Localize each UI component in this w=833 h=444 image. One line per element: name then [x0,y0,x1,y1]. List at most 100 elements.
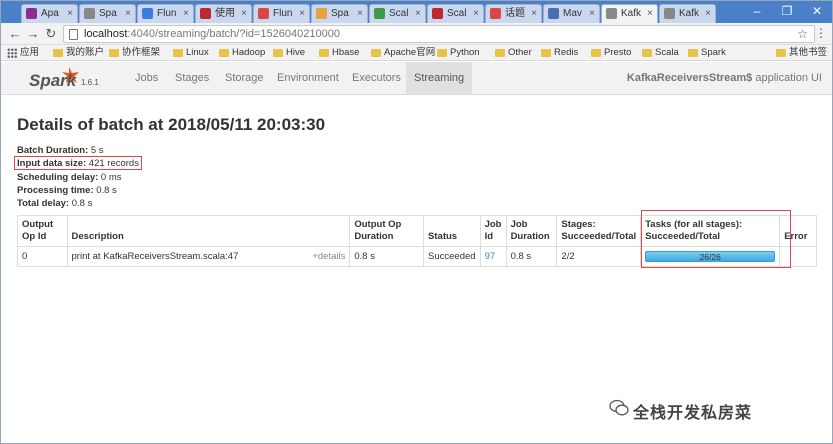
browser-tab[interactable]: Spa × [79,4,136,23]
browser-tab[interactable]: Kafk × [659,4,716,23]
bookmark-label: Python [450,47,480,58]
page-icon [664,8,675,19]
bookmark-label: Redis [554,47,579,58]
tab-close-icon[interactable]: × [357,5,363,22]
cell-op-id: 0 [17,246,68,267]
browser-tab[interactable]: Kafk × [601,4,658,24]
bookmark-label: Spark [701,47,726,58]
browser-tab[interactable]: 话题 × [485,4,542,23]
tab-close-icon[interactable]: × [647,5,653,22]
spark-logo[interactable]: Spark [29,64,89,92]
nav-jobs[interactable]: Jobs [127,62,166,94]
bookmark-item[interactable]: Redis [541,45,578,61]
info-item: Total delay: 0.8 s [17,197,139,210]
tab-close-icon[interactable]: × [67,5,73,22]
bookmark-label: Presto [604,47,632,58]
bookmark-item[interactable]: Hive [273,45,305,61]
reload-icon[interactable]: ↻ [43,26,59,42]
bookmark-item[interactable]: Python [437,45,480,61]
bookmark-item[interactable]: Apache官网 [371,45,435,61]
watermark-text: 全栈开发私房菜 [633,405,753,422]
back-icon[interactable]: ← [7,26,23,42]
page-icon [606,8,617,19]
browser-tab[interactable]: Scal × [369,4,426,23]
job-id-link[interactable]: 97 [485,251,496,262]
bookmark-label: Hadoop [232,47,266,58]
details-toggle[interactable]: +details [312,251,345,262]
col-job-duration: Job Duration [505,215,558,247]
stack-icon [432,8,443,19]
feather-icon [26,8,37,19]
bookmark-item[interactable]: 其他书签 [776,45,827,61]
tab-close-icon[interactable]: × [473,5,479,22]
cell-description: print at KafkaReceiversStream.scala:47 +d… [66,246,351,267]
tab-close-icon[interactable]: × [299,5,305,22]
nav-executors[interactable]: Executors [344,62,409,94]
tab-close-icon[interactable]: × [241,5,247,22]
browser-tab[interactable]: Apa × [21,4,78,23]
bookmark-item[interactable]: Linux [173,45,209,61]
tab-close-icon[interactable]: × [705,5,711,22]
nav-stages[interactable]: Stages [167,62,217,94]
browser-tab[interactable]: Flun × [253,4,310,23]
browser-tab[interactable]: Scal × [427,4,484,23]
bookmark-star-icon[interactable]: ☆ [797,27,808,41]
star-icon [316,8,327,19]
browser-tab[interactable]: Mav × [543,4,600,23]
bookmark-item[interactable]: Other [495,45,532,61]
cell-op-duration: 0.8 s [349,246,425,267]
tab-close-icon[interactable]: × [589,5,595,22]
info-label: Total delay: [17,198,70,210]
close-window-icon[interactable]: ✕ [806,3,828,19]
svg-text:Spark: Spark [29,71,78,90]
bookmark-item[interactable]: Hadoop [219,45,265,61]
table-icon [374,8,385,19]
bookmark-apps[interactable]: 应用 [7,45,39,61]
info-value: 5 s [88,145,104,156]
batch-info-list: Batch Duration: 5 s Input data size: 421 … [17,144,139,210]
browser-menu-icon[interactable]: ⋮ [815,26,827,40]
page-icon [84,8,95,19]
bookmark-item[interactable]: Presto [591,45,631,61]
bookmark-item[interactable]: Spark [688,45,726,61]
nav-environment[interactable]: Environment [269,62,347,94]
tab-label: Spa [99,8,117,19]
tab-label: Spa [331,8,349,19]
bookmark-label: 协作框架 [122,47,161,58]
tab-label: 话题 [505,8,525,19]
nav-streaming[interactable]: Streaming [406,62,473,94]
address-bar[interactable]: localhost:4040/streaming/batch/?id=15260… [63,25,815,43]
folder-icon [319,49,329,57]
nav-storage[interactable]: Storage [217,62,272,94]
folder-icon [219,49,229,57]
spark-navbar: Spark 1.6.1 Jobs Stages Storage Environment… [1,62,832,95]
forward-icon[interactable]: → [25,26,41,42]
bookmark-label: 应用 [20,47,40,58]
tab-close-icon[interactable]: × [531,5,537,22]
url-text[interactable]: localhost:4040/streaming/batch/?id=15260… [84,28,340,41]
tab-label: 使用 [215,8,235,19]
browser-tab[interactable]: 使用 × [195,4,252,23]
bookmark-item[interactable]: 我的账户 [53,45,104,61]
apps-grid-icon [7,48,17,58]
folder-icon [371,49,381,57]
page-info-icon[interactable] [69,29,78,40]
wechat-icon [609,399,629,416]
browser-tab[interactable]: Spa × [311,4,368,23]
restore-icon[interactable]: ❐ [776,3,798,19]
tab-label: Flun [157,8,177,19]
tab-label: Scal [447,8,467,19]
col-job-id: Job Id [479,215,507,247]
browser-tab[interactable]: Flun × [137,4,194,23]
bookmark-item[interactable]: Scala [642,45,679,61]
tab-close-icon[interactable]: × [183,5,189,22]
tab-close-icon[interactable]: × [415,5,421,22]
bookmark-item[interactable]: 协作框架 [109,45,160,61]
minimize-icon[interactable]: – [746,3,768,19]
folder-icon [642,49,652,57]
bookmark-item[interactable]: Hbase [319,45,359,61]
feather-icon [490,8,501,19]
bookmark-label: 我的账户 [66,47,105,58]
tab-close-icon[interactable]: × [125,5,131,22]
info-value: 0.8 s [93,184,117,196]
